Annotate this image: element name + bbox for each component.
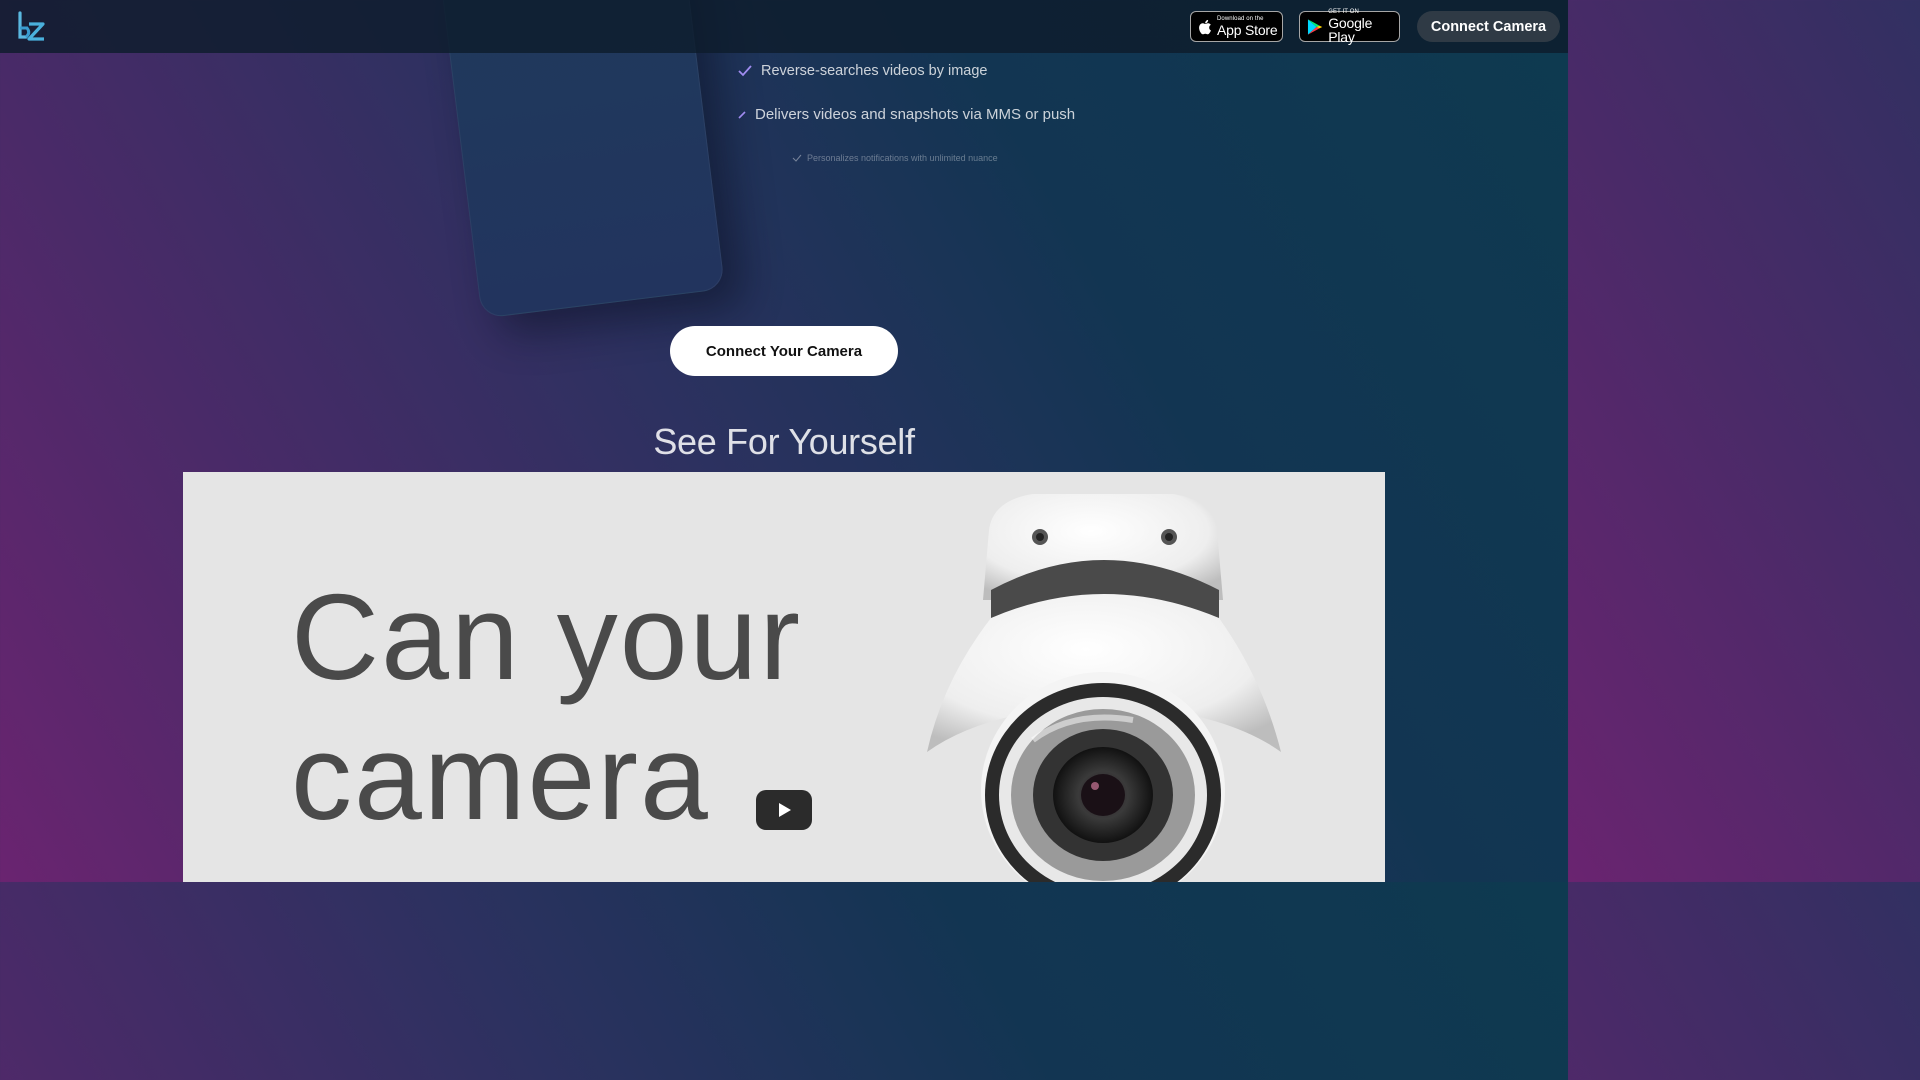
play-icon bbox=[779, 803, 791, 817]
check-icon bbox=[738, 110, 746, 119]
play-button[interactable] bbox=[756, 790, 812, 830]
feature-label: Personalizes notifications with unlimite… bbox=[807, 153, 998, 163]
section-title: See For Yourself bbox=[653, 421, 915, 462]
video-headline-line: Can your bbox=[291, 569, 803, 705]
google-play-badge[interactable]: GET IT ON Google Play bbox=[1299, 9, 1400, 45]
google-play-icon bbox=[1307, 18, 1323, 35]
video-headline-line: camera bbox=[291, 709, 710, 845]
connect-your-camera-button[interactable]: Connect Your Camera bbox=[670, 326, 898, 376]
bz-logo-icon[interactable] bbox=[17, 11, 47, 43]
apple-icon bbox=[1199, 19, 1211, 34]
top-navigation-bar: Download on the App Store GET IT ON Goog… bbox=[0, 0, 1568, 53]
feature-item: Personalizes notifications with unlimite… bbox=[792, 153, 998, 163]
app-store-badge[interactable]: Download on the App Store bbox=[1190, 11, 1283, 42]
connect-camera-button[interactable]: Connect Camera bbox=[1417, 11, 1560, 42]
feature-item: Reverse-searches videos by image bbox=[738, 63, 987, 79]
feature-label: Reverse-searches videos by image bbox=[761, 63, 988, 79]
dome-security-camera-image bbox=[927, 494, 1281, 882]
video-player[interactable]: Can your camera bbox=[183, 472, 1385, 882]
google-play-big-text: Google Play bbox=[1328, 15, 1373, 45]
app-store-big-text: App Store bbox=[1217, 22, 1278, 38]
feature-label: Delivers videos and snapshots via MMS or… bbox=[755, 106, 1076, 123]
check-icon bbox=[792, 154, 802, 162]
check-icon bbox=[738, 65, 752, 77]
feature-item: Delivers videos and snapshots via MMS or… bbox=[738, 106, 1075, 123]
